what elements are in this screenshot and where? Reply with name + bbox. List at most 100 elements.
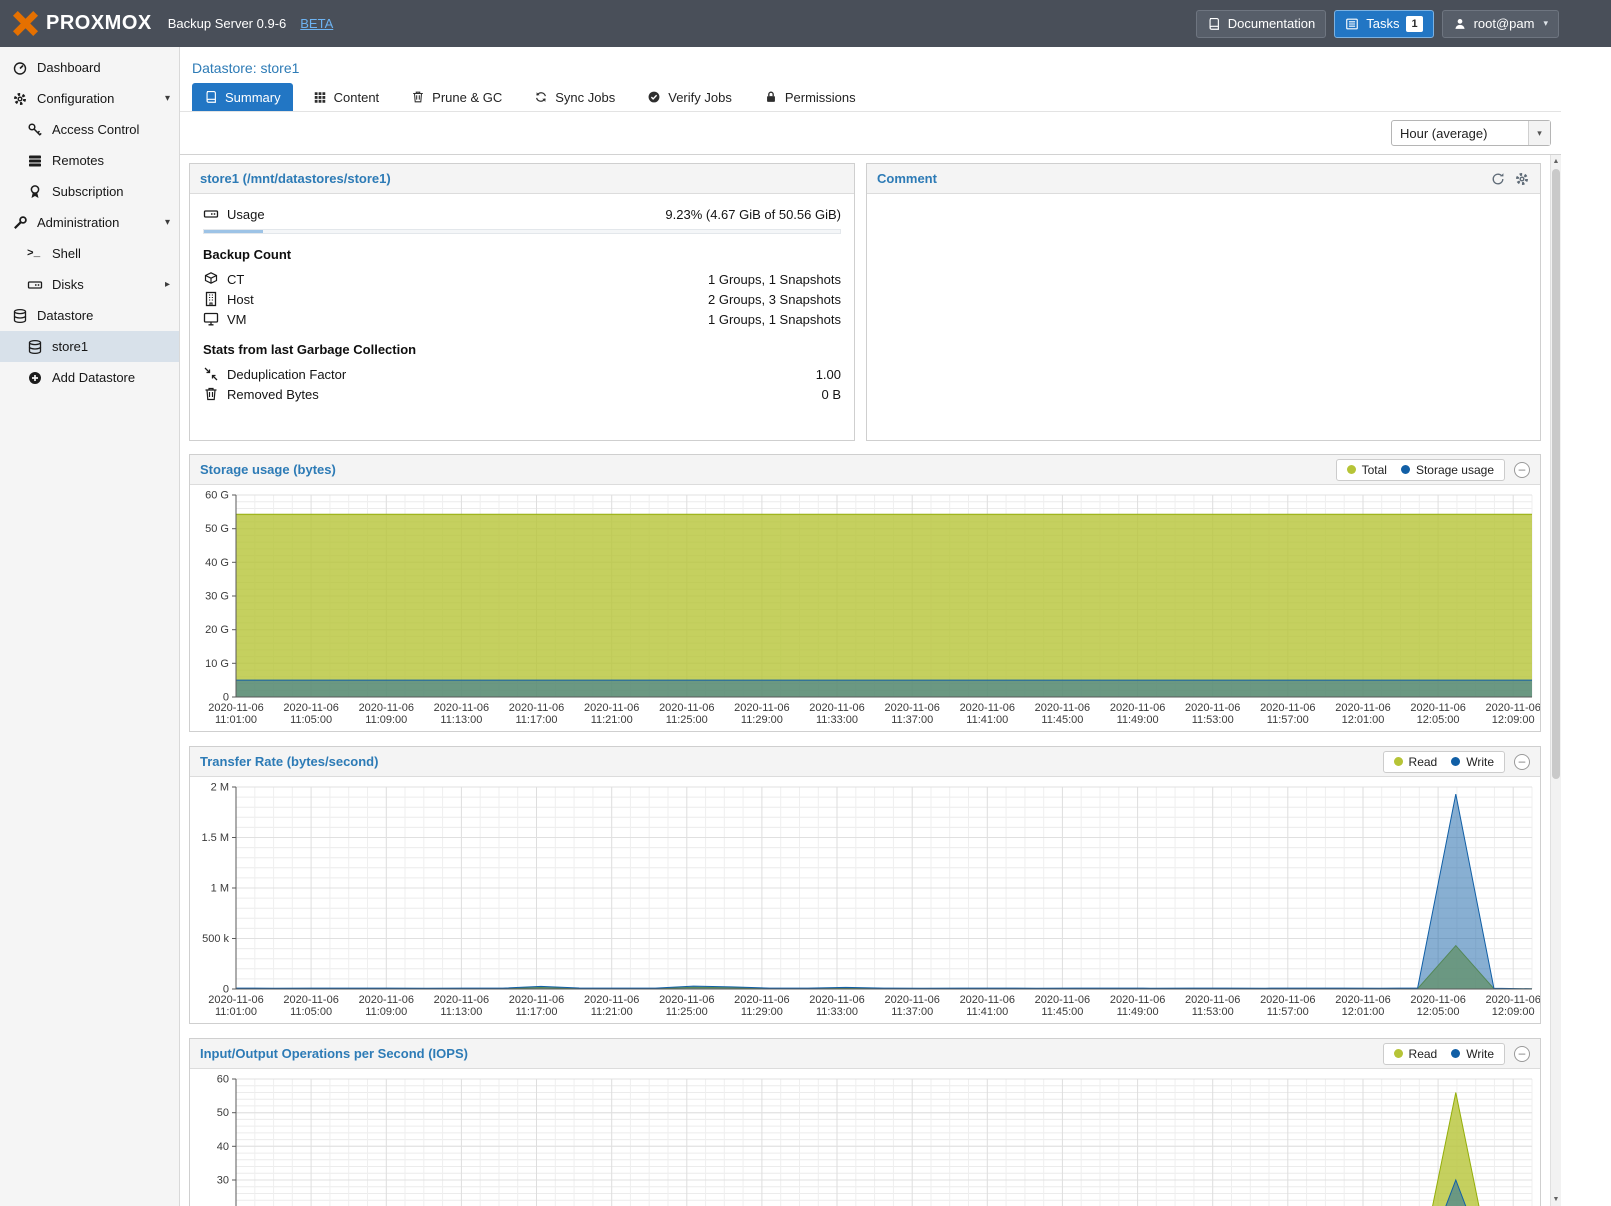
svg-text:2020-11-06: 2020-11-06 [359,702,414,714]
panel-header: Storage usage (bytes) Total Storage usage… [190,455,1540,485]
sidebar-item-add-datastore[interactable]: Add Datastore [0,362,179,393]
iops-chart-panel: Input/Output Operations per Second (IOPS… [189,1038,1541,1206]
collapse-icon[interactable]: – [1514,1046,1530,1062]
backup-row-host: Host 2 Groups, 3 Snapshots [203,289,841,309]
svg-text:11:13:00: 11:13:00 [440,714,482,726]
legend-item[interactable]: Write [1451,755,1494,769]
tab-summary[interactable]: Summary [192,83,293,111]
row-value: 1 Groups, 1 Snapshots [708,312,841,327]
sidebar-item-dashboard[interactable]: Dashboard [0,52,179,83]
svg-text:12:09:00: 12:09:00 [1492,714,1535,726]
svg-text:2020-11-06: 2020-11-06 [1410,702,1465,714]
comment-body[interactable] [867,194,1540,214]
lock-icon [764,90,778,104]
topbar-actions: Documentation Tasks 1 root@pam ▾ [1196,0,1559,47]
svg-text:2020-11-06: 2020-11-06 [1185,994,1240,1006]
ribbon-icon [27,184,43,200]
proxmox-logo: PROXMOX Backup Server 0.9-6 BETA [12,10,333,37]
iops-chart: 01020304050602020-11-0611:01:002020-11-0… [190,1069,1540,1206]
panel-header: Input/Output Operations per Second (IOPS… [190,1039,1540,1069]
tab-prune-gc[interactable]: Prune & GC [399,83,514,111]
svg-text:2020-11-06: 2020-11-06 [584,702,639,714]
svg-text:40: 40 [217,1141,229,1153]
grid-icon [313,90,327,104]
beta-link[interactable]: BETA [300,16,333,31]
chart-legend: Read Write [1383,751,1505,773]
svg-text:2020-11-06: 2020-11-06 [809,702,864,714]
sidebar-item-administration[interactable]: Administration ▾ [0,207,179,238]
sidebar-label: Shell [52,246,81,261]
user-menu-button[interactable]: root@pam ▾ [1442,10,1559,38]
usage-label: Usage [227,207,265,222]
row-label: CT [227,272,244,287]
svg-text:11:53:00: 11:53:00 [1192,1006,1234,1018]
compress-icon [203,366,219,382]
svg-text:50 G: 50 G [205,523,229,535]
tab-content[interactable]: Content [301,83,392,111]
svg-text:12:01:00: 12:01:00 [1342,1006,1385,1018]
book-icon [204,90,218,104]
time-range-value: Hour (average) [1392,126,1528,141]
time-range-select[interactable]: Hour (average) ▾ [1391,120,1551,146]
legend-item[interactable]: Read [1394,755,1438,769]
gear-icon[interactable] [1514,171,1530,187]
svg-text:2020-11-06: 2020-11-06 [1485,994,1540,1006]
vertical-scrollbar[interactable]: ▲ ▼ [1550,155,1561,1206]
scroll-region: store1 (/mnt/datastores/store1) Usage 9.… [180,155,1611,1206]
row-value: 0 B [821,387,841,402]
sidebar-item-shell[interactable]: >_ Shell [0,238,179,269]
tab-permissions[interactable]: Permissions [752,83,868,111]
scrollbar-thumb[interactable] [1552,169,1560,779]
storage-usage-chart-panel: Storage usage (bytes) Total Storage usage… [189,454,1541,732]
sidebar-label: store1 [52,339,88,354]
sidebar-item-disks[interactable]: Disks ▸ [0,269,179,300]
scroll-down-icon[interactable]: ▼ [1551,1193,1561,1206]
tasks-button[interactable]: Tasks 1 [1334,10,1433,38]
collapse-icon[interactable]: – [1514,462,1530,478]
svg-text:2020-11-06: 2020-11-06 [1410,994,1465,1006]
sidebar-item-datastore[interactable]: Datastore [0,300,179,331]
summary-content: store1 (/mnt/datastores/store1) Usage 9.… [180,155,1550,1206]
sidebar-item-remotes[interactable]: Remotes [0,145,179,176]
expanded-arrow-icon[interactable]: ▾ [165,94,170,104]
sidebar-item-configuration[interactable]: Configuration ▾ [0,83,179,114]
legend-item[interactable]: Write [1451,1047,1494,1061]
legend-item[interactable]: Read [1394,1047,1438,1061]
svg-text:11:41:00: 11:41:00 [966,1006,1008,1018]
svg-text:12:05:00: 12:05:00 [1417,1006,1460,1018]
sidebar-item-store1[interactable]: store1 [0,331,179,362]
svg-text:2020-11-06: 2020-11-06 [1260,994,1315,1006]
building-icon [203,291,219,307]
page-title: Datastore: store1 [180,47,1611,83]
row-value: 2 Groups, 3 Snapshots [708,292,841,307]
expanded-arrow-icon[interactable]: ▾ [165,218,170,228]
svg-text:12:01:00: 12:01:00 [1342,714,1385,726]
transfer-rate-chart: 0500 k1 M1.5 M2 M2020-11-0611:01:002020-… [190,777,1540,1023]
legend-item[interactable]: Storage usage [1401,463,1494,477]
row-label: Deduplication Factor [227,367,346,382]
tab-verify-jobs[interactable]: Verify Jobs [635,83,744,111]
collapsed-arrow-icon[interactable]: ▸ [165,280,170,290]
collapse-icon[interactable]: – [1514,754,1530,770]
usage-value: 9.23% (4.67 GiB of 50.56 GiB) [665,207,841,222]
usage-row: Usage 9.23% (4.67 GiB of 50.56 GiB) [203,204,841,224]
sidebar-item-access-control[interactable]: Access Control [0,114,179,145]
sidebar-label: Remotes [52,153,104,168]
svg-text:2020-11-06: 2020-11-06 [1335,994,1390,1006]
chart-title: Storage usage (bytes) [200,462,336,477]
refresh-icon[interactable] [1490,171,1506,187]
sidebar-item-subscription[interactable]: Subscription [0,176,179,207]
tab-sync-jobs[interactable]: Sync Jobs [522,83,627,111]
documentation-button[interactable]: Documentation [1196,10,1326,38]
sidebar-label: Disks [52,277,84,292]
sidebar-label: Add Datastore [52,370,135,385]
sidebar-label: Access Control [52,122,139,137]
chevron-down-icon[interactable]: ▾ [1528,121,1550,145]
chart-legend: Total Storage usage [1336,459,1505,481]
svg-text:11:49:00: 11:49:00 [1117,1006,1159,1018]
check-circle-icon [647,90,661,104]
hdd-icon [203,206,219,222]
legend-item[interactable]: Total [1347,463,1387,477]
trash-icon [411,90,425,104]
scroll-up-icon[interactable]: ▲ [1551,155,1561,168]
